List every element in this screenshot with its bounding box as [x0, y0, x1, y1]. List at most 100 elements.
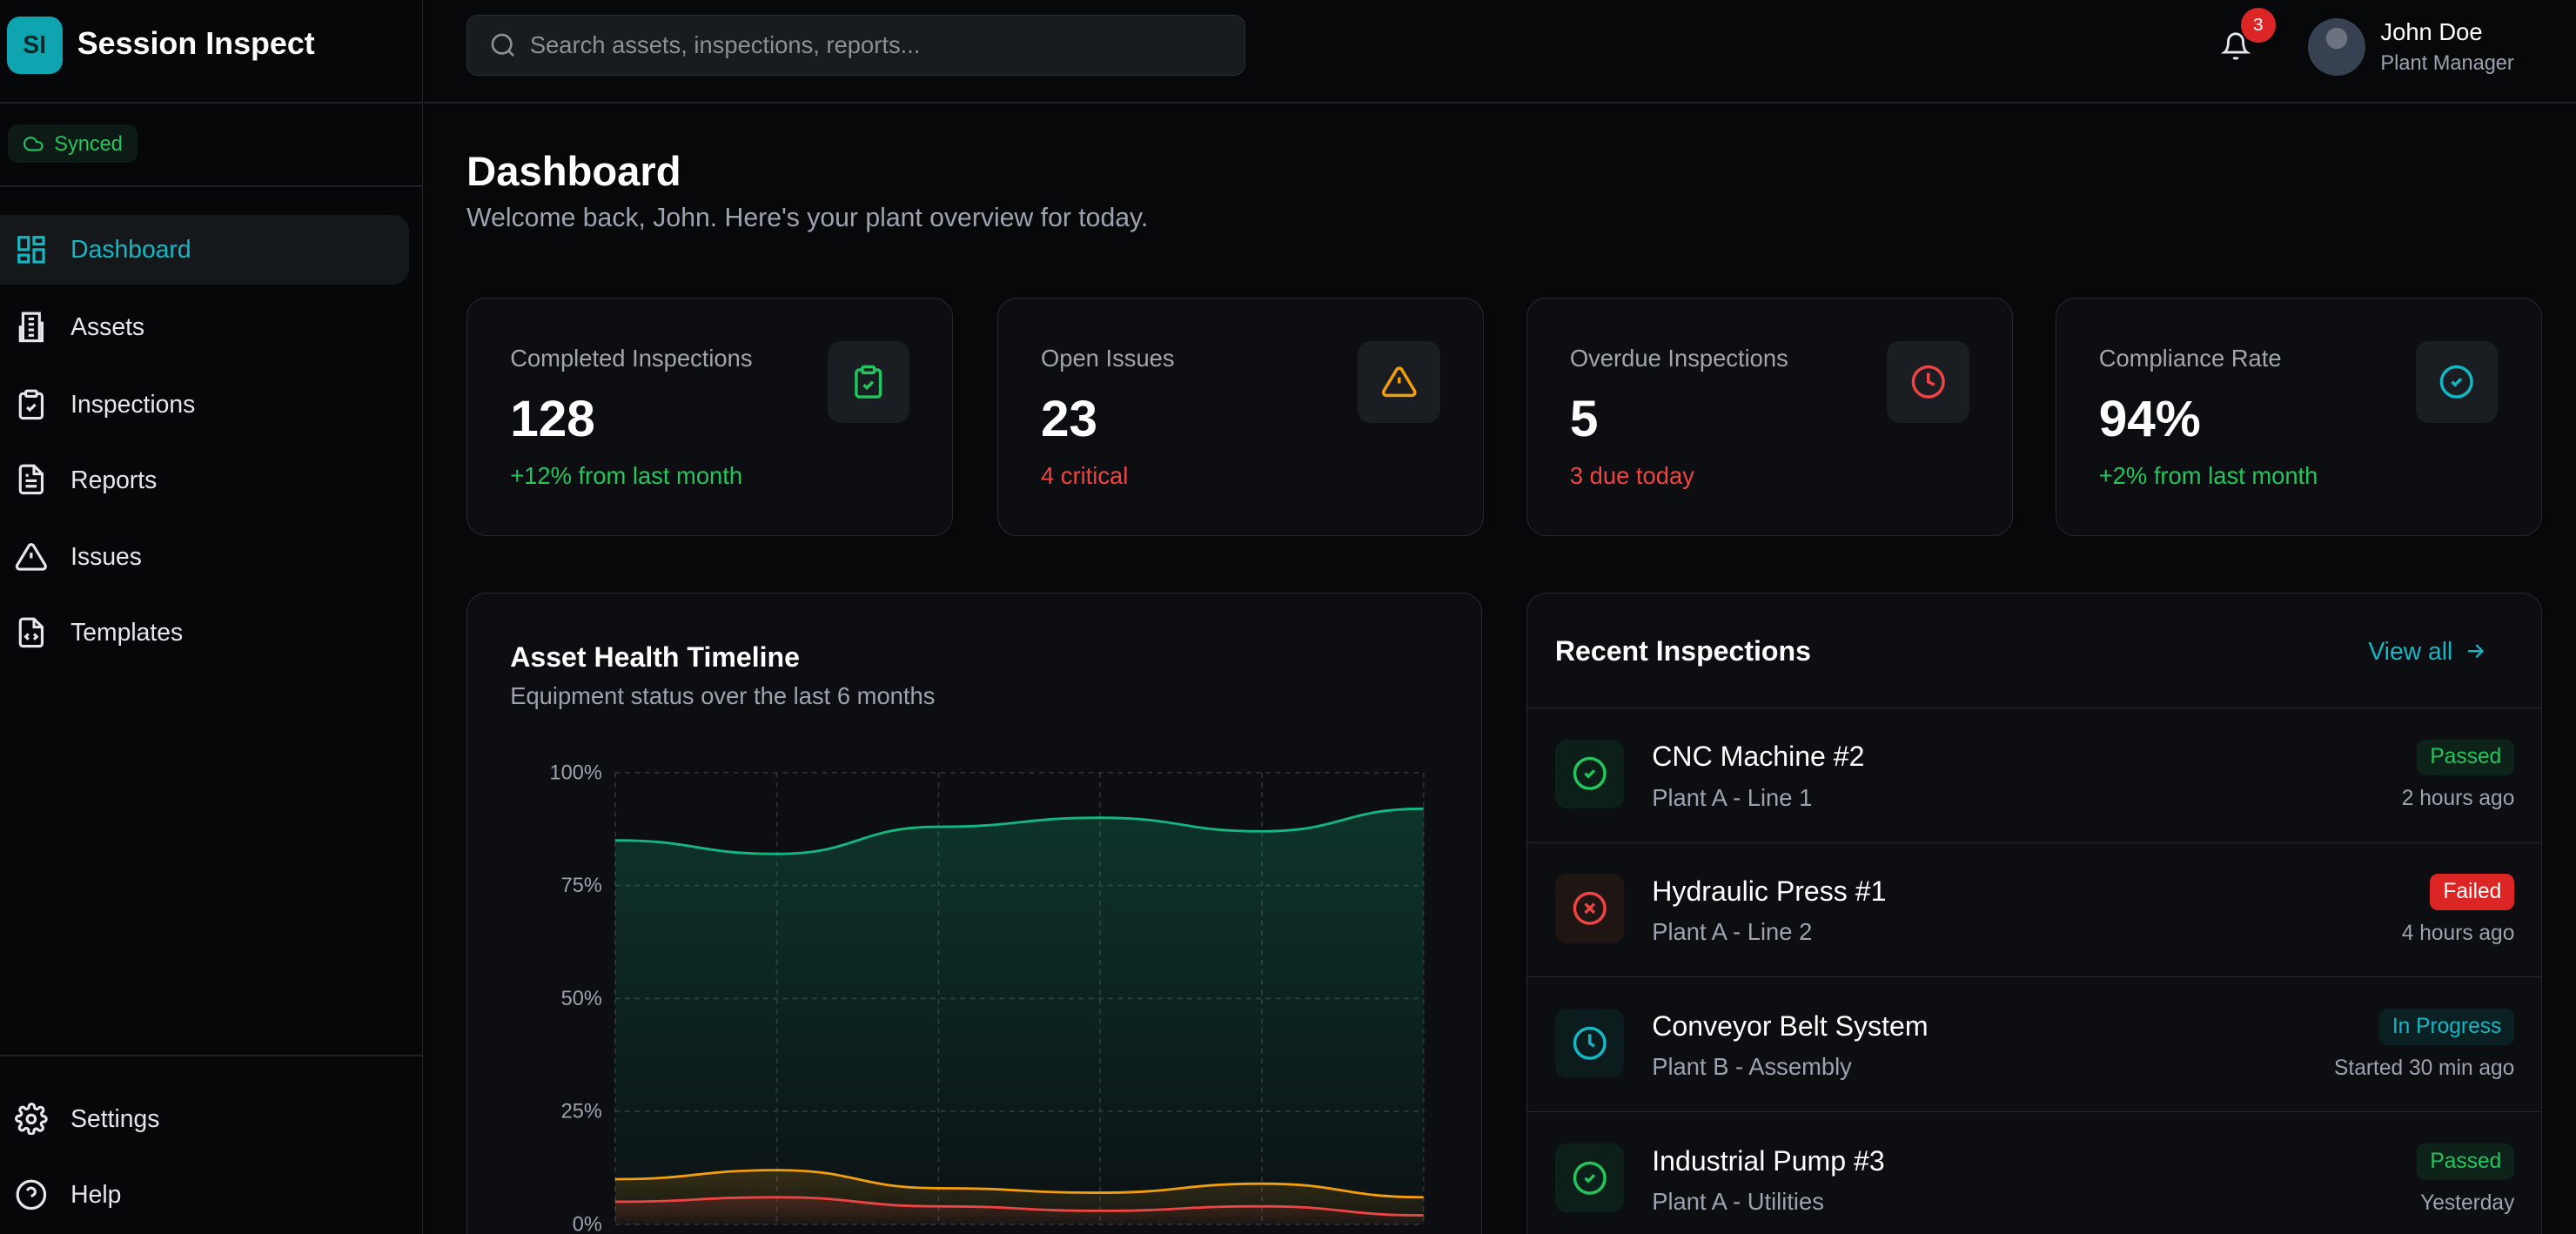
stat-value: 94% — [2099, 390, 2201, 448]
stat-label: Open Issues — [1041, 345, 1175, 372]
stat-card-compliance: Compliance Rate 94% +2% from last month — [2056, 298, 2542, 536]
status-badge: In Progress — [2379, 1009, 2515, 1045]
sidebar-item-templates[interactable]: Templates — [0, 598, 409, 667]
asset-health-chart: 0% 25% 50% 75% 100% — [467, 594, 1481, 1233]
status-icon-box — [1555, 1143, 1624, 1212]
sidebar-item-label: Issues — [70, 542, 142, 571]
x-circle-icon — [1572, 890, 1608, 927]
cloud-icon — [23, 133, 44, 155]
stat-label: Compliance Rate — [2099, 345, 2282, 372]
y-tick-label: 50% — [561, 987, 602, 1009]
sidebar-item-label: Help — [70, 1180, 121, 1209]
inspection-time: Yesterday — [2420, 1191, 2514, 1216]
stat-value: 5 — [1570, 390, 1599, 448]
inspection-name: CNC Machine #2 — [1652, 741, 1864, 773]
divider — [0, 185, 422, 187]
sync-status-badge: Synced — [8, 124, 137, 162]
inspection-name: Industrial Pump #3 — [1652, 1145, 1884, 1177]
status-icon-box — [1555, 740, 1624, 808]
inspection-row[interactable]: Conveyor Belt System Plant B - Assembly … — [1527, 976, 2542, 1112]
sidebar: SI Session Inspect Synced Dashboard Asse… — [0, 0, 423, 1234]
stat-value: 128 — [510, 390, 595, 448]
stat-card-open-issues: Open Issues 23 4 critical — [997, 298, 1484, 536]
inspection-row[interactable]: Hydraulic Press #1 Plant A - Line 2 Fail… — [1527, 842, 2542, 978]
sidebar-item-issues[interactable]: Issues — [0, 522, 409, 591]
inspection-time: Started 30 min ago — [2334, 1056, 2514, 1081]
gear-icon — [15, 1103, 48, 1136]
file-text-icon — [15, 463, 48, 496]
stat-label: Overdue Inspections — [1570, 345, 1788, 372]
sidebar-item-settings[interactable]: Settings — [0, 1084, 409, 1153]
y-tick-label: 25% — [561, 1100, 602, 1123]
user-role: Plant Manager — [2380, 51, 2513, 75]
clipboard-check-icon — [850, 364, 887, 400]
sidebar-item-inspections[interactable]: Inspections — [0, 370, 409, 439]
stat-card-overdue: Overdue Inspections 5 3 due today — [1526, 298, 2013, 536]
check-circle-icon — [1572, 1160, 1608, 1197]
clipboard-check-icon — [15, 388, 48, 421]
status-badge: Passed — [2417, 740, 2514, 776]
page-subtitle: Welcome back, John. Here's your plant ov… — [466, 204, 1148, 233]
sidebar-item-help[interactable]: Help — [0, 1160, 409, 1229]
sidebar-item-assets[interactable]: Assets — [0, 292, 409, 361]
status-badge: Failed — [2430, 874, 2514, 910]
sidebar-item-label: Dashboard — [70, 235, 191, 264]
y-tick-label: 75% — [561, 875, 602, 897]
help-circle-icon — [15, 1178, 48, 1211]
recent-title: Recent Inspections — [1555, 635, 1811, 667]
sidebar-item-label: Templates — [70, 618, 183, 647]
file-code-icon — [15, 616, 48, 649]
recent-inspections-card: Recent Inspections View all CNC Machine … — [1526, 593, 2542, 1233]
avatar[interactable] — [2308, 18, 2365, 76]
view-all-label: View all — [2368, 637, 2452, 666]
sidebar-item-dashboard[interactable]: Dashboard — [0, 215, 409, 284]
status-icon-box — [1555, 874, 1624, 942]
area-healthy — [615, 809, 1424, 1225]
header-divider — [424, 102, 2576, 104]
inspection-location: Plant A - Utilities — [1652, 1188, 1824, 1216]
view-all-link[interactable]: View all — [2368, 637, 2487, 666]
sidebar-item-reports[interactable]: Reports — [0, 446, 409, 514]
asset-health-card: Asset Health Timeline Equipment status o… — [466, 593, 1482, 1233]
building-icon — [15, 311, 48, 344]
stat-card-completed: Completed Inspections 128 +12% from last… — [466, 298, 953, 536]
inspection-name: Conveyor Belt System — [1652, 1010, 1928, 1043]
inspection-time: 2 hours ago — [2402, 787, 2515, 811]
stat-sub: +12% from last month — [510, 462, 742, 490]
page-title: Dashboard — [466, 148, 681, 196]
inspection-row[interactable]: CNC Machine #2 Plant A - Line 1 Passed 2… — [1527, 708, 2542, 843]
notification-count-badge: 3 — [2241, 8, 2276, 43]
sync-status-label: Synced — [54, 132, 123, 156]
alert-triangle-icon — [15, 540, 48, 573]
app-name: Session Inspect — [77, 26, 315, 62]
check-circle-icon — [1572, 755, 1608, 792]
divider — [0, 102, 422, 104]
divider — [0, 1055, 422, 1056]
arrow-right-icon — [2463, 639, 2487, 663]
sidebar-item-label: Assets — [70, 312, 144, 341]
y-tick-label: 0% — [573, 1213, 602, 1234]
search-input[interactable]: Search assets, inspections, reports... — [466, 15, 1245, 76]
stat-label: Completed Inspections — [510, 345, 752, 372]
search-placeholder: Search assets, inspections, reports... — [530, 31, 921, 59]
stat-sub: 3 due today — [1570, 462, 1694, 490]
app-logo: SI — [7, 17, 63, 74]
y-tick-label: 100% — [550, 761, 602, 784]
stat-value: 23 — [1041, 390, 1097, 448]
check-circle-icon — [2438, 364, 2475, 400]
clock-icon — [1572, 1025, 1608, 1062]
stat-sub: +2% from last month — [2099, 462, 2318, 490]
user-name: John Doe — [2380, 18, 2482, 46]
clock-icon — [1910, 364, 1947, 400]
alert-triangle-icon — [1381, 364, 1418, 400]
status-icon-box — [1555, 1009, 1624, 1077]
inspection-location: Plant A - Line 1 — [1652, 784, 1812, 812]
dashboard-icon — [15, 233, 48, 266]
sidebar-item-label: Inspections — [70, 390, 195, 419]
stat-sub: 4 critical — [1041, 462, 1128, 490]
inspection-location: Plant B - Assembly — [1652, 1053, 1852, 1081]
inspection-time: 4 hours ago — [2402, 922, 2515, 946]
status-badge: Passed — [2417, 1143, 2514, 1180]
sidebar-item-label: Reports — [70, 466, 157, 494]
inspection-row[interactable]: Industrial Pump #3 Plant A - Utilities P… — [1527, 1111, 2542, 1234]
